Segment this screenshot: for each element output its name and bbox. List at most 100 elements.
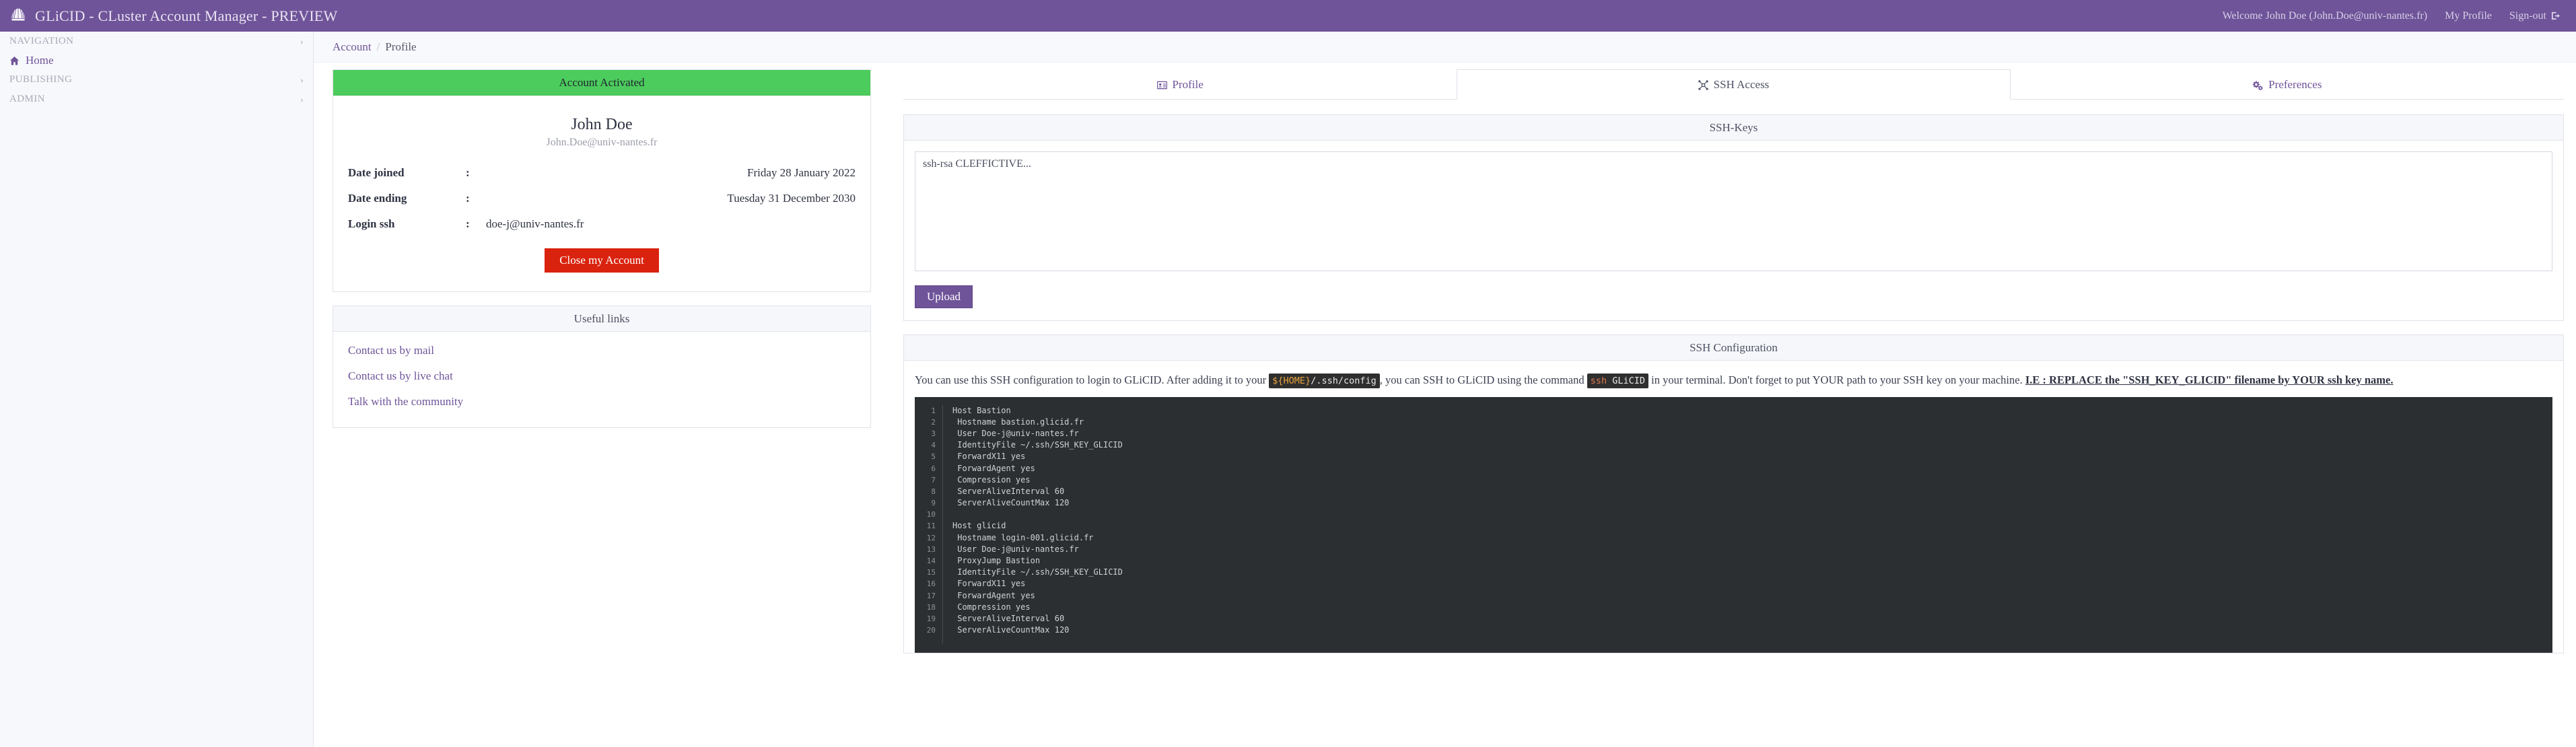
ssh-keys-panel: SSH-Keys Upload [903, 114, 2564, 321]
code-line: ServerAliveCountMax 120 [952, 498, 1070, 508]
code-line: IdentityFile ~/.ssh/SSH_KEY_GLICID [952, 567, 1123, 577]
code-line-number: 11 [926, 522, 936, 531]
profile-name: John Doe [571, 116, 633, 133]
info-value-login-ssh: doe-j@univ-nantes.fr [486, 217, 584, 230]
link-contact-mail[interactable]: Contact us by mail [348, 344, 856, 357]
code-ssh-command: ssh GLiCID [1587, 374, 1649, 388]
code-line: ServerAliveInterval 60 [952, 486, 1065, 496]
code-line: ProxyJump Bastion [952, 556, 1041, 565]
tab-ssh-access[interactable]: SSH Access [1457, 69, 2011, 100]
code-content: Host Bastion Hostname bastion.glicid.fr … [943, 405, 1123, 643]
right-column: Profile SSH Access Preferences SSH-Keys … [871, 69, 2564, 667]
upload-button[interactable]: Upload [915, 285, 973, 308]
code-line-number: 5 [931, 452, 936, 462]
code-line-number: 12 [926, 533, 936, 542]
code-line: IdentityFile ~/.ssh/SSH_KEY_GLICID [952, 440, 1123, 450]
code-line-number: 19 [926, 614, 936, 623]
signout-link[interactable]: Sign-out [2509, 10, 2561, 22]
code-line-number: 9 [931, 499, 936, 508]
info-colon: : [466, 166, 470, 179]
tab-bar: Profile SSH Access Preferences [903, 69, 2564, 100]
ssh-configuration-description: You can use this SSH configuration to lo… [915, 371, 2552, 389]
network-share-icon [1698, 79, 1708, 90]
sidebar-item-home[interactable]: Home [0, 51, 313, 70]
profile-email: John.Doe@univ-nantes.fr [546, 137, 658, 148]
tab-ssh-access-label: SSH Access [1713, 78, 1770, 91]
brand-title: GLiCID - CLuster Account Manager - PREVI… [35, 7, 338, 24]
tab-profile[interactable]: Profile [903, 69, 1457, 99]
sidebar-section-navigation-label: NAVIGATION [9, 36, 74, 46]
desc-part-3: in your terminal. Don't forget to put YO… [1648, 374, 2025, 386]
info-row-date-joined: Date joined : Friday 28 January 2022 [348, 166, 856, 180]
tab-preferences[interactable]: Preferences [2011, 69, 2564, 99]
code-line: Compression yes [952, 474, 1031, 485]
code-config-path-var: ${HOME} [1272, 376, 1311, 386]
sidebar-section-admin-label: ADMIN [9, 94, 45, 104]
info-label-date-joined: Date joined [348, 166, 405, 179]
useful-links-card: Useful links Contact us by mail Contact … [333, 306, 871, 428]
code-line-number: 16 [926, 579, 936, 589]
useful-links-body: Contact us by mail Contact us by live ch… [333, 332, 870, 427]
code-line: ServerAliveCountMax 120 [952, 625, 1070, 635]
code-line: ForwardAgent yes [952, 463, 1035, 473]
code-line: ServerAliveInterval 60 [952, 613, 1065, 623]
chevron-right-icon: › [300, 74, 304, 85]
tab-profile-label: Profile [1172, 78, 1204, 91]
code-line: User Doe-j@univ-nantes.fr [952, 544, 1079, 554]
chevron-right-icon: › [300, 94, 304, 104]
chevron-right-icon: › [300, 36, 304, 46]
signout-label: Sign-out [2509, 9, 2546, 22]
link-contact-live-chat[interactable]: Contact us by live chat [348, 369, 856, 383]
link-talk-community[interactable]: Talk with the community [348, 395, 856, 408]
code-line: ForwardX11 yes [952, 579, 1026, 589]
sidebar-section-navigation[interactable]: NAVIGATION › [0, 32, 313, 51]
code-line: User Doe-j@univ-nantes.fr [952, 428, 1079, 438]
brand[interactable]: GLiCID - CLuster Account Manager - PREVI… [0, 0, 337, 32]
info-value-date-ending: Tuesday 31 December 2030 [727, 192, 856, 205]
code-line: Hostname bastion.glicid.fr [952, 417, 1084, 427]
desc-part-2: , you can SSH to GLiCID using the comman… [1379, 374, 1587, 386]
left-column: Account Activated John Doe John.Doe@univ… [333, 69, 871, 667]
code-line: Compression yes [952, 602, 1031, 612]
close-account-button[interactable]: Close my Account [545, 248, 659, 273]
signout-icon [2551, 11, 2561, 20]
sidebar: NAVIGATION › Home PUBLISHING › ADMIN › [0, 32, 314, 747]
code-config-path-rest: /.ssh/config [1311, 376, 1377, 386]
code-line-number: 2 [931, 417, 936, 427]
main-content: Account / Profile Account Activated John… [314, 32, 2576, 747]
info-label-date-ending: Date ending [348, 192, 407, 205]
breadcrumb: Account / Profile [314, 32, 2576, 63]
code-line-number: 8 [931, 487, 936, 496]
code-line-number: 4 [931, 441, 936, 450]
code-line: Hostname login-001.glicid.fr [952, 532, 1094, 542]
account-status-badge: Account Activated [333, 70, 870, 96]
account-card: Account Activated John Doe John.Doe@univ… [333, 69, 871, 292]
sidebar-section-admin[interactable]: ADMIN › [0, 90, 313, 109]
ssh-configuration-panel: SSH Configuration You can use this SSH c… [903, 334, 2564, 653]
code-line-number: 18 [926, 602, 936, 612]
ssh-keys-body: Upload [904, 141, 2563, 320]
info-row-date-ending: Date ending : Tuesday 31 December 2030 [348, 192, 856, 205]
useful-links-title: Useful links [333, 306, 870, 332]
info-value-date-joined: Friday 28 January 2022 [746, 166, 856, 179]
code-line: ForwardX11 yes [952, 452, 1026, 462]
code-line: Host glicid [952, 521, 1006, 531]
code-line-number: 7 [931, 475, 936, 485]
code-ssh-command-b: GLiCID [1612, 376, 1646, 386]
code-line: ForwardAgent yes [952, 590, 1035, 600]
ssh-key-input[interactable] [915, 151, 2552, 271]
code-line-number: 10 [926, 510, 936, 520]
sidebar-section-publishing-label: PUBLISHING [9, 74, 73, 85]
code-line-number: 14 [926, 557, 936, 565]
shell-logo-icon [11, 8, 25, 20]
code-line-number: 6 [931, 464, 936, 473]
breadcrumb-account[interactable]: Account [333, 40, 372, 54]
tab-preferences-label: Preferences [2268, 78, 2322, 91]
desc-part-1: You can use this SSH configuration to lo… [915, 374, 1269, 386]
code-config-path: ${HOME}/.ssh/config [1269, 374, 1380, 388]
info-colon: : [466, 192, 470, 205]
my-profile-link[interactable]: My Profile [2445, 10, 2492, 22]
code-line-number: 15 [926, 568, 936, 577]
sidebar-section-publishing[interactable]: PUBLISHING › [0, 70, 313, 90]
